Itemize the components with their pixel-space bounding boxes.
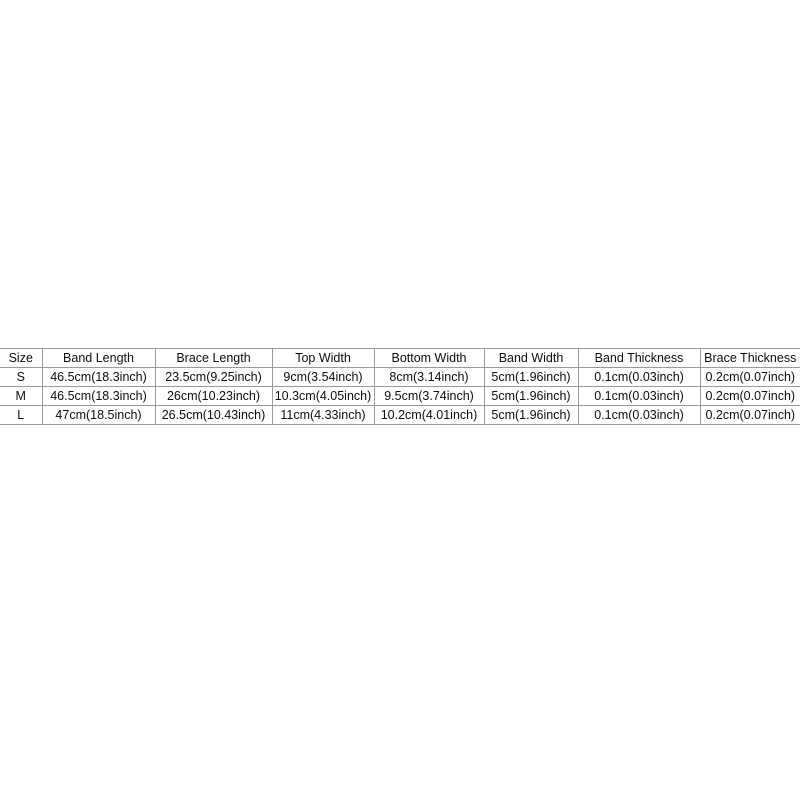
table-row: S 46.5cm(18.3inch) 23.5cm(9.25inch) 9cm(…	[0, 367, 800, 387]
cell-size: M	[0, 386, 43, 406]
cell-top-width: 10.3cm(4.05inch)	[271, 386, 375, 406]
cell-band-thickness: 0.1cm(0.03inch)	[577, 386, 701, 406]
cell-brace-length: 23.5cm(9.25inch)	[154, 367, 273, 387]
cell-brace-length: 26.5cm(10.43inch)	[154, 405, 273, 425]
table-row: M 46.5cm(18.3inch) 26cm(10.23inch) 10.3c…	[0, 386, 800, 406]
table-header: Size Band Length Brace Length Top Width …	[0, 348, 800, 368]
cell-band-width: 5cm(1.96inch)	[483, 367, 579, 387]
cell-band-length: 46.5cm(18.3inch)	[41, 386, 156, 406]
cell-brace-length: 26cm(10.23inch)	[154, 386, 273, 406]
cell-band-width: 5cm(1.96inch)	[483, 386, 579, 406]
column-header-top-width: Top Width	[271, 348, 375, 368]
cell-bottom-width: 10.2cm(4.01inch)	[373, 405, 485, 425]
column-header-brace-thickness: Brace Thickness	[699, 348, 800, 368]
cell-band-width: 5cm(1.96inch)	[483, 405, 579, 425]
cell-band-thickness: 0.1cm(0.03inch)	[577, 405, 701, 425]
column-header-band-thickness: Band Thickness	[577, 348, 701, 368]
column-header-size: Size	[0, 348, 43, 368]
page-root: Size Band Length Brace Length Top Width …	[0, 0, 800, 800]
cell-top-width: 11cm(4.33inch)	[271, 405, 375, 425]
cell-size: L	[0, 405, 43, 425]
cell-brace-thickness: 0.2cm(0.07inch)	[699, 386, 800, 406]
cell-band-length: 47cm(18.5inch)	[41, 405, 156, 425]
size-chart-container: Size Band Length Brace Length Top Width …	[0, 348, 800, 425]
size-chart-table: Size Band Length Brace Length Top Width …	[0, 348, 800, 425]
cell-top-width: 9cm(3.54inch)	[271, 367, 375, 387]
column-header-brace-length: Brace Length	[154, 348, 273, 368]
column-header-bottom-width: Bottom Width	[373, 348, 485, 368]
table-row: L 47cm(18.5inch) 26.5cm(10.43inch) 11cm(…	[0, 405, 800, 425]
table-body: S 46.5cm(18.3inch) 23.5cm(9.25inch) 9cm(…	[0, 367, 800, 425]
cell-brace-thickness: 0.2cm(0.07inch)	[699, 367, 800, 387]
column-header-band-width: Band Width	[483, 348, 579, 368]
cell-band-thickness: 0.1cm(0.03inch)	[577, 367, 701, 387]
cell-bottom-width: 8cm(3.14inch)	[373, 367, 485, 387]
column-header-band-length: Band Length	[41, 348, 156, 368]
cell-brace-thickness: 0.2cm(0.07inch)	[699, 405, 800, 425]
cell-size: S	[0, 367, 43, 387]
cell-band-length: 46.5cm(18.3inch)	[41, 367, 156, 387]
cell-bottom-width: 9.5cm(3.74inch)	[373, 386, 485, 406]
table-header-row: Size Band Length Brace Length Top Width …	[0, 348, 800, 368]
